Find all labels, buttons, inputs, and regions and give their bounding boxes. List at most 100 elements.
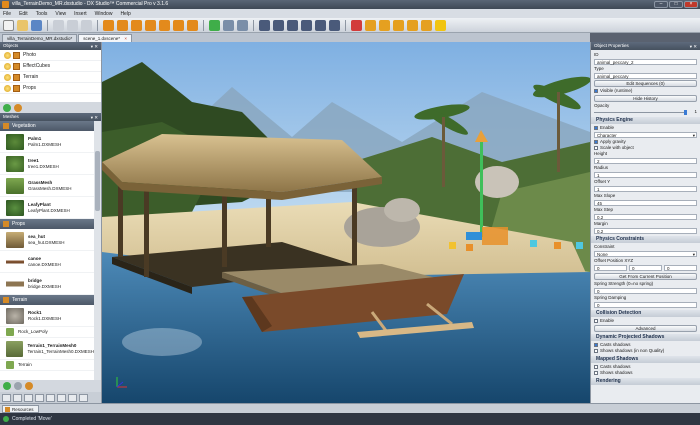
add-object-icon[interactable] xyxy=(3,103,11,112)
constraint-select[interactable]: None xyxy=(594,251,697,257)
library-tab-icon[interactable] xyxy=(46,393,55,402)
dynamic-shadows-section[interactable]: Dynamic Projected Shadows xyxy=(591,334,700,341)
list-item[interactable]: bridge bridge.DXMESH xyxy=(0,273,94,295)
view-perspective-icon[interactable] xyxy=(301,19,312,31)
shows-shadows-checkbox[interactable]: Shows shadows (in non Quality) xyxy=(594,348,697,354)
camera-icon[interactable] xyxy=(223,19,234,31)
category-terrain[interactable]: Terrain xyxy=(0,295,94,305)
max-slope-field[interactable]: 45 xyxy=(594,200,697,206)
scene-render[interactable] xyxy=(102,42,590,403)
script-icon[interactable] xyxy=(407,19,418,31)
particle-icon[interactable] xyxy=(379,19,390,31)
select-tool-icon[interactable] xyxy=(145,19,156,31)
library-tab-icon[interactable] xyxy=(79,393,88,402)
library-tab-icon[interactable] xyxy=(35,393,44,402)
menu-help[interactable]: Help xyxy=(120,11,130,17)
offset-x-field[interactable]: 0 xyxy=(594,265,627,271)
list-item[interactable]: canoe canoe.DXMESH xyxy=(0,251,94,273)
view-front-icon[interactable] xyxy=(259,19,270,31)
offset-y-field[interactable]: 1 xyxy=(594,186,697,192)
grid-icon[interactable] xyxy=(329,19,340,31)
terrain-icon[interactable] xyxy=(421,19,432,31)
align-tool-icon[interactable] xyxy=(187,19,198,31)
library-tab-icon[interactable] xyxy=(24,393,33,402)
settings-icon[interactable] xyxy=(14,382,22,390)
rendering-section[interactable]: Rendering xyxy=(591,378,700,385)
tools-icon[interactable] xyxy=(14,103,22,112)
spring-damping-field[interactable]: 0 xyxy=(594,302,697,308)
max-step-field[interactable]: 0.2 xyxy=(594,214,697,220)
tab-resources[interactable]: Resources xyxy=(2,405,39,413)
library-tab-icon[interactable] xyxy=(2,393,11,402)
list-item[interactable]: Terrain xyxy=(0,360,94,371)
margin-field[interactable]: 0.2 xyxy=(594,228,697,234)
checkbox-icon[interactable] xyxy=(594,365,598,369)
list-item[interactable]: EffectCubes xyxy=(0,61,101,72)
get-position-button[interactable]: Get From Current Position xyxy=(594,273,697,280)
cut-icon[interactable] xyxy=(53,19,64,31)
list-item[interactable]: Terrain xyxy=(0,72,101,83)
rotate-tool-icon[interactable] xyxy=(117,19,128,31)
list-item[interactable]: Photo xyxy=(0,50,101,61)
list-item[interactable]: Props xyxy=(0,83,101,94)
list-item[interactable]: sea_hut sea_hut.DXMESH xyxy=(0,229,94,251)
mapped-shows-checkbox[interactable]: Shows shadows xyxy=(594,370,697,376)
slider-track[interactable] xyxy=(594,112,687,113)
lightbulb-icon[interactable] xyxy=(4,84,11,92)
list-item[interactable]: Palm1 Palm1.DXMESH xyxy=(0,131,94,153)
meshes-scrollbar[interactable] xyxy=(94,121,101,411)
scrollbar-thumb[interactable] xyxy=(95,151,100,211)
list-item[interactable]: Terrain1_TerrainMesh0 Terrain1_TerrainMes… xyxy=(0,338,94,360)
pivot-tool-icon[interactable] xyxy=(173,19,184,31)
checkbox-icon[interactable] xyxy=(594,343,598,347)
light-icon[interactable] xyxy=(237,19,248,31)
library-tab-icon[interactable] xyxy=(68,393,77,402)
scene-viewport[interactable] xyxy=(102,42,590,403)
lightbulb-icon[interactable] xyxy=(4,73,11,81)
add-mesh-icon[interactable] xyxy=(3,382,11,390)
sound-icon[interactable] xyxy=(393,19,404,31)
checkbox-icon[interactable] xyxy=(594,140,598,144)
lightbulb-icon[interactable] xyxy=(4,62,11,70)
checkbox-icon[interactable] xyxy=(594,126,598,130)
menu-view[interactable]: View xyxy=(55,11,66,17)
close-button[interactable]: × xyxy=(684,1,698,8)
physics-constraints-section[interactable]: Physics Constraints xyxy=(591,236,700,243)
checkbox-icon[interactable] xyxy=(594,146,598,150)
sun-icon[interactable] xyxy=(435,19,446,31)
spring-strength-field[interactable]: 0 xyxy=(594,288,697,294)
physics-type-select[interactable]: Character xyxy=(594,132,697,138)
advanced-button[interactable]: Advanced xyxy=(594,325,697,332)
edit-sequences-button[interactable]: Edit Sequences (0) xyxy=(594,80,697,87)
move-tool-icon[interactable] xyxy=(103,19,114,31)
snap-tool-icon[interactable] xyxy=(159,19,170,31)
minimize-button[interactable]: – xyxy=(654,1,668,8)
radius-field[interactable]: 1 xyxy=(594,172,697,178)
tools-icon[interactable] xyxy=(25,382,33,390)
scale-tool-icon[interactable] xyxy=(131,19,142,31)
menu-window[interactable]: Window xyxy=(95,11,113,17)
effect-icon[interactable] xyxy=(365,19,376,31)
copy-icon[interactable] xyxy=(67,19,78,31)
checkbox-icon[interactable] xyxy=(594,349,598,353)
category-vegetation[interactable]: Vegetation xyxy=(0,121,94,131)
slider-knob[interactable] xyxy=(684,110,687,115)
opacity-slider[interactable]: 1 xyxy=(594,109,697,115)
checkbox-icon[interactable] xyxy=(594,89,598,93)
lightbulb-icon[interactable] xyxy=(4,51,11,59)
tab-scene[interactable]: scene_1.dxscene* × xyxy=(78,34,132,42)
checkbox-icon[interactable] xyxy=(594,371,598,375)
category-props[interactable]: Props xyxy=(0,219,94,229)
collision-detection-section[interactable]: Collision Detection xyxy=(591,310,700,317)
library-tab-icon[interactable] xyxy=(57,393,66,402)
menu-tools[interactable]: Tools xyxy=(36,11,48,17)
collision-enable-checkbox[interactable]: Enable xyxy=(594,318,697,324)
tab-project[interactable]: villa_TerrainDemo_MR.dxstudio* xyxy=(2,34,78,42)
play-icon[interactable] xyxy=(209,19,220,31)
library-tab-icon[interactable] xyxy=(13,393,22,402)
new-file-icon[interactable] xyxy=(3,19,14,31)
offset-z-field[interactable]: 0 xyxy=(664,265,697,271)
maximize-button[interactable]: □ xyxy=(669,1,683,8)
hide-history-button[interactable]: Hide History xyxy=(594,95,697,102)
type-field[interactable]: animal_peccary xyxy=(594,73,697,79)
